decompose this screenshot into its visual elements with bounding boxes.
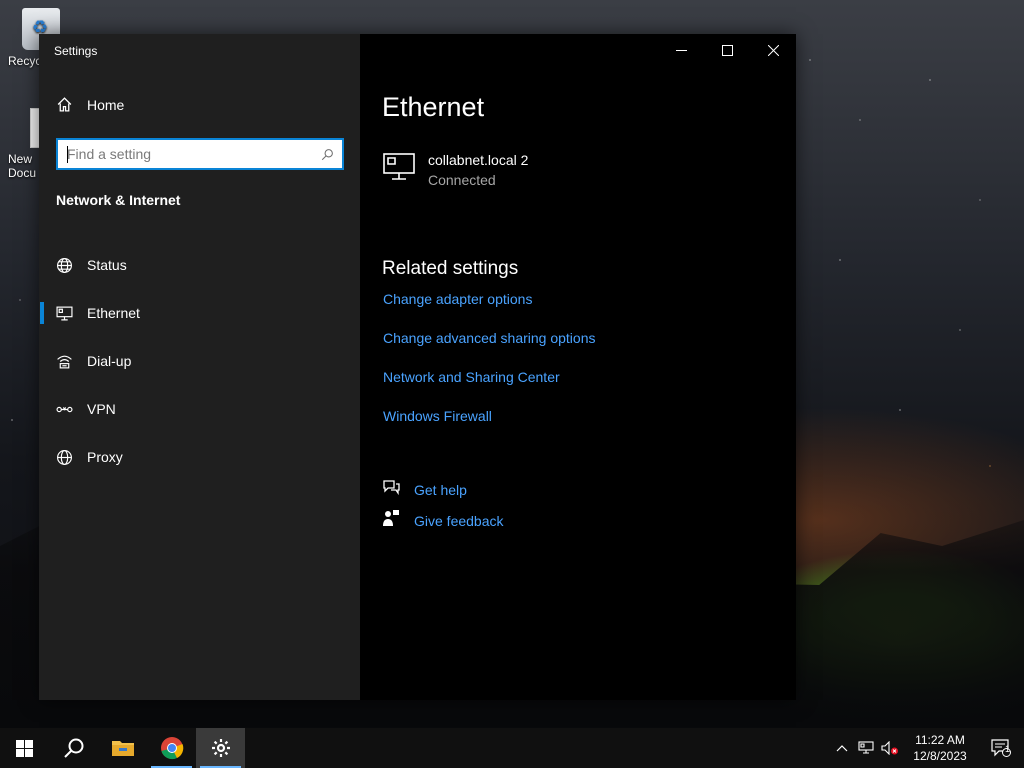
action-center-button[interactable]: 1 bbox=[978, 728, 1024, 768]
link-network-sharing-center[interactable]: Network and Sharing Center bbox=[383, 369, 596, 408]
give-feedback-link[interactable]: Give feedback bbox=[414, 513, 504, 529]
clock-time: 11:22 AM bbox=[915, 733, 965, 747]
close-button[interactable] bbox=[750, 34, 796, 66]
chrome-icon bbox=[160, 737, 183, 760]
globe-icon bbox=[56, 449, 73, 466]
sidebar-item-label: VPN bbox=[87, 401, 116, 417]
maximize-button[interactable] bbox=[704, 34, 750, 66]
sidebar-item-label: Status bbox=[87, 257, 127, 273]
network-adapter-icon bbox=[382, 152, 416, 188]
chat-help-icon bbox=[382, 478, 400, 501]
related-settings-links: Change adapter options Change advanced s… bbox=[383, 291, 596, 447]
sidebar-item-label: Proxy bbox=[87, 449, 123, 465]
sidebar-item-label: Dial-up bbox=[87, 353, 132, 369]
search-icon bbox=[63, 738, 83, 758]
volume-muted-icon bbox=[881, 741, 898, 755]
help-section: Get help Give feedback bbox=[382, 474, 504, 536]
page-title: Ethernet bbox=[382, 92, 485, 122]
feedback-person-icon bbox=[382, 509, 400, 532]
start-button[interactable] bbox=[0, 728, 49, 768]
clock-date: 12/8/2023 bbox=[913, 749, 967, 763]
minimize-button[interactable] bbox=[658, 34, 704, 66]
show-hidden-icons-button[interactable] bbox=[830, 728, 854, 768]
system-tray: 11:22 AM 12/8/2023 1 bbox=[830, 728, 1024, 768]
link-windows-firewall[interactable]: Windows Firewall bbox=[383, 408, 596, 447]
notification-count-badge: 1 bbox=[1005, 744, 1011, 754]
get-help-row[interactable]: Get help bbox=[382, 474, 504, 505]
search-box[interactable] bbox=[56, 138, 344, 170]
close-icon bbox=[767, 44, 779, 56]
maximize-icon bbox=[721, 44, 733, 56]
folder-icon bbox=[111, 741, 134, 756]
home-label: Home bbox=[87, 96, 125, 113]
desktop-icon-label: Recyc bbox=[8, 54, 42, 68]
chrome-button[interactable] bbox=[147, 728, 196, 768]
connection-status: Connected bbox=[428, 172, 496, 188]
taskbar-search-button[interactable] bbox=[49, 728, 98, 768]
sidebar-item-ethernet[interactable]: Ethernet bbox=[39, 289, 360, 337]
network-tray-button[interactable] bbox=[854, 728, 878, 768]
chevron-up-icon bbox=[836, 745, 848, 752]
give-feedback-row[interactable]: Give feedback bbox=[382, 505, 504, 536]
home-icon bbox=[56, 96, 73, 113]
file-explorer-button[interactable] bbox=[98, 728, 147, 768]
taskbar: 11:22 AM 12/8/2023 1 bbox=[0, 728, 1024, 768]
sidebar: Settings Home Network & Internet Status bbox=[39, 34, 360, 700]
gear-icon bbox=[211, 739, 230, 757]
sidebar-item-label: Ethernet bbox=[87, 305, 140, 321]
globe-status-icon bbox=[56, 257, 73, 274]
search-input[interactable] bbox=[58, 140, 312, 168]
ethernet-icon bbox=[56, 305, 73, 322]
sidebar-item-proxy[interactable]: Proxy bbox=[39, 433, 360, 481]
link-change-adapter-options[interactable]: Change adapter options bbox=[383, 291, 596, 330]
minimize-icon bbox=[675, 49, 687, 51]
windows-logo-icon bbox=[16, 739, 33, 757]
related-settings-title: Related settings bbox=[382, 258, 519, 279]
connection-name: collabnet.local 2 bbox=[428, 152, 529, 168]
settings-window: Settings Home Network & Internet Status bbox=[39, 34, 796, 700]
sidebar-item-dialup[interactable]: Dial-up bbox=[39, 337, 360, 385]
home-nav-item[interactable]: Home bbox=[56, 96, 124, 113]
taskbar-clock[interactable]: 11:22 AM 12/8/2023 bbox=[902, 732, 978, 764]
dialup-icon bbox=[56, 353, 73, 370]
content-pane: Ethernet collabnet.local 2 Connected Rel… bbox=[360, 34, 796, 700]
nav-list: Status Ethernet Dial-up VPN Proxy bbox=[39, 241, 360, 481]
window-controls bbox=[658, 34, 796, 66]
ethernet-connection-item[interactable]: collabnet.local 2 Connected bbox=[382, 152, 528, 188]
ethernet-tray-icon bbox=[858, 741, 874, 754]
text-caret bbox=[67, 146, 68, 163]
sidebar-item-status[interactable]: Status bbox=[39, 241, 360, 289]
get-help-link[interactable]: Get help bbox=[414, 482, 467, 498]
section-title: Network & Internet bbox=[56, 192, 181, 208]
search-icon[interactable] bbox=[312, 148, 342, 161]
vpn-icon bbox=[56, 401, 73, 418]
volume-tray-button[interactable] bbox=[878, 728, 902, 768]
link-change-advanced-sharing[interactable]: Change advanced sharing options bbox=[383, 330, 596, 369]
settings-taskbar-button[interactable] bbox=[196, 728, 245, 768]
window-title: Settings bbox=[54, 44, 98, 58]
sidebar-item-vpn[interactable]: VPN bbox=[39, 385, 360, 433]
